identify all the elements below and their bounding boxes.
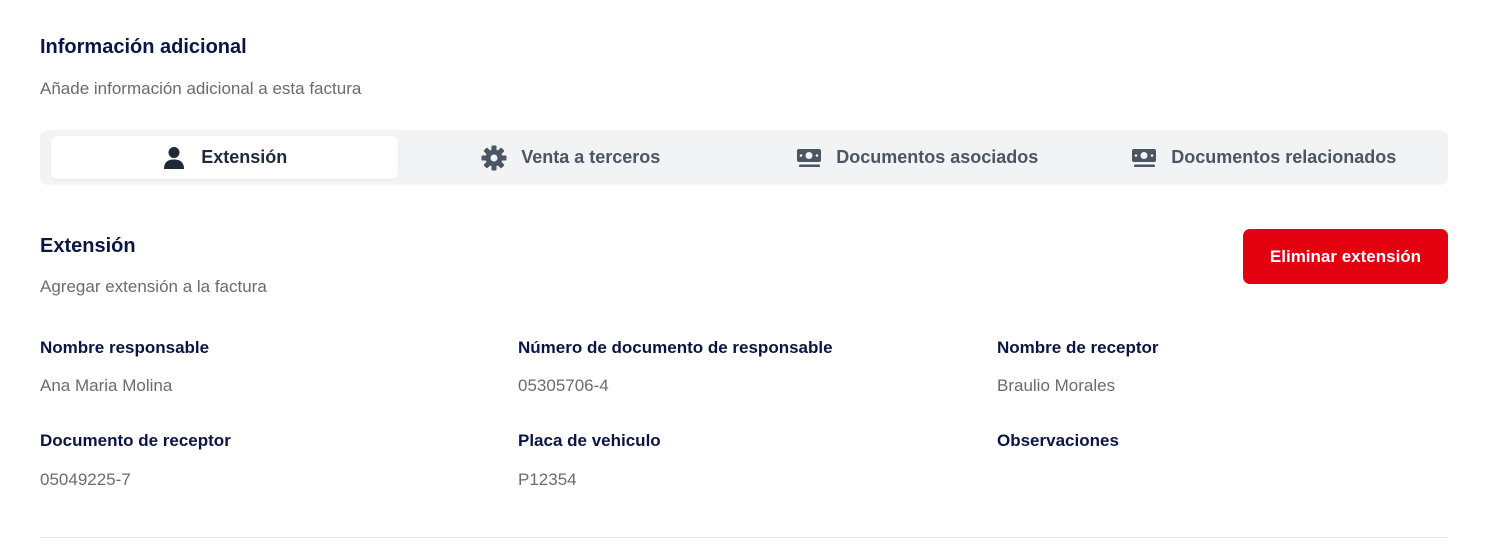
- field-label-placa-vehiculo: Placa de vehiculo: [518, 431, 661, 450]
- extension-title: Extensión: [40, 235, 136, 257]
- delete-extension-button[interactable]: Eliminar extensión: [1243, 229, 1448, 284]
- tab-documentos-asociados[interactable]: Documentos asociados: [744, 136, 1091, 179]
- field-value-nombre-receptor: Braulio Morales: [997, 376, 1116, 395]
- section-title: Información adicional: [40, 36, 247, 58]
- additional-info-panel: Información adicional Añade información …: [0, 0, 1493, 547]
- field-label-documento-receptor: Documento de receptor: [40, 431, 231, 450]
- tab-extension-label: Extensión: [201, 147, 288, 167]
- tab-venta-terceros[interactable]: Venta a terceros: [398, 136, 745, 179]
- gear-icon: [481, 145, 507, 171]
- tab-documentos-asociados-label: Documentos asociados: [836, 147, 1039, 167]
- field-label-numero-documento-responsable: Número de documento de responsable: [518, 338, 833, 357]
- tab-extension[interactable]: Extensión: [51, 136, 398, 179]
- tab-bar: Extensión Venta a terceros Documentos as…: [40, 130, 1448, 185]
- field-value-placa-vehiculo: P12354: [518, 470, 577, 489]
- field-label-nombre-receptor: Nombre de receptor: [997, 338, 1159, 357]
- field-value-nombre-responsable: Ana Maria Molina: [40, 376, 173, 395]
- money-icon: [796, 145, 822, 171]
- field-value-documento-receptor: 05049225-7: [40, 470, 131, 489]
- field-label-observaciones: Observaciones: [997, 431, 1119, 450]
- field-label-nombre-responsable: Nombre responsable: [40, 338, 210, 357]
- extension-subtitle: Agregar extensión a la factura: [40, 277, 267, 296]
- tab-documentos-relacionados[interactable]: Documentos relacionados: [1091, 136, 1438, 179]
- tab-documentos-relacionados-label: Documentos relacionados: [1171, 147, 1397, 167]
- field-value-numero-documento-responsable: 05305706-4: [518, 376, 609, 395]
- user-icon: [161, 145, 187, 171]
- section-subtitle: Añade información adicional a esta factu…: [40, 79, 362, 98]
- money-icon: [1131, 145, 1157, 171]
- section-divider: [40, 537, 1448, 538]
- tab-venta-terceros-label: Venta a terceros: [521, 147, 661, 167]
